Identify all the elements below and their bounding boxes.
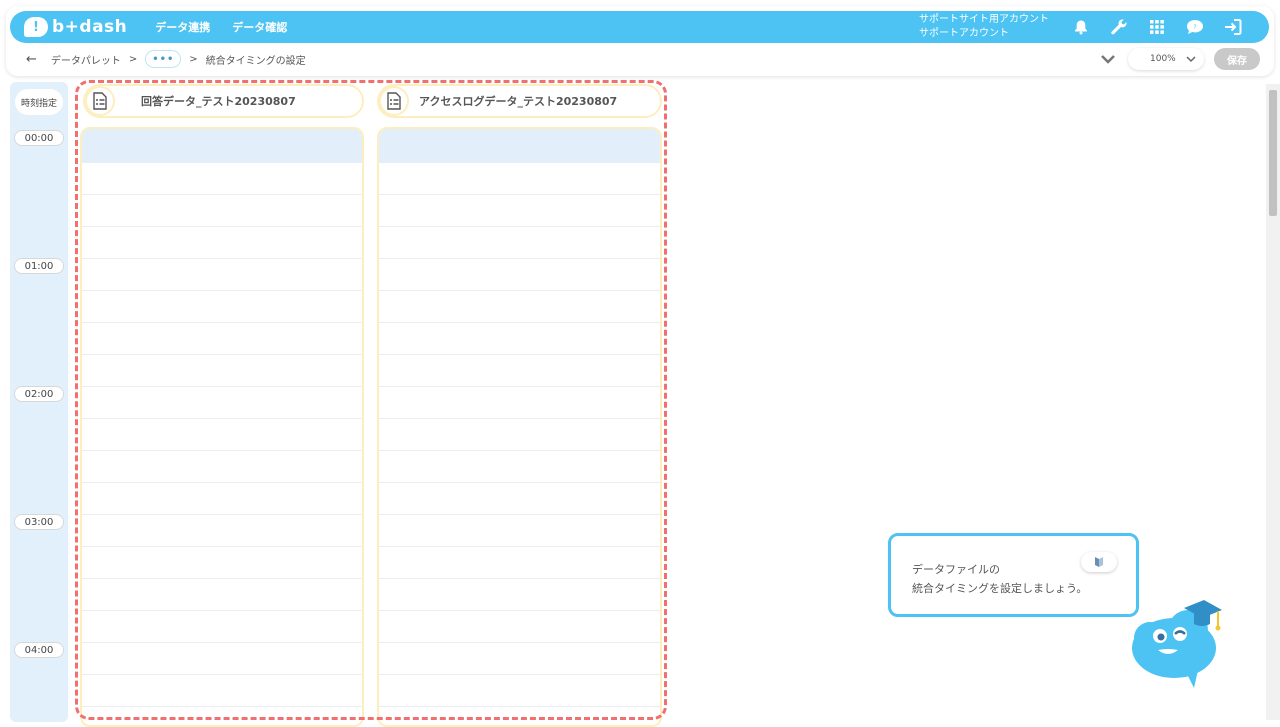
top-bar: ! b+dash データ連携 データ確認 サポートサイト用アカウント サポートア… bbox=[10, 11, 1269, 43]
guide-text: データファイルの 統合タイミングを設定しましょう。 bbox=[912, 560, 1087, 598]
time-label: 02:00 bbox=[14, 386, 64, 402]
time-column: 時刻指定 00:00 01:00 02:00 03:00 04:00 bbox=[10, 82, 68, 722]
vertical-scrollbar[interactable] bbox=[1266, 84, 1280, 720]
help-icon[interactable]: ? bbox=[1185, 17, 1205, 37]
back-arrow-icon[interactable]: ← bbox=[26, 52, 37, 67]
bell-icon[interactable] bbox=[1071, 17, 1091, 37]
beginner-leaf-icon bbox=[1095, 557, 1103, 567]
zoom-value: 100% bbox=[1150, 54, 1176, 64]
breadcrumb: ← データパレット > ••• > 統合タイミングの設定 bbox=[26, 49, 306, 69]
main-nav: データ連携 データ確認 bbox=[155, 19, 287, 35]
brand-name: b+dash bbox=[52, 17, 128, 37]
logo-bubble-icon: ! bbox=[24, 17, 48, 37]
nav-data-integration[interactable]: データ連携 bbox=[155, 19, 210, 35]
wrench-icon[interactable] bbox=[1109, 17, 1129, 37]
account-line2: サポートアカウント bbox=[919, 28, 1009, 39]
svg-text:?: ? bbox=[1193, 24, 1196, 31]
time-label: 03:00 bbox=[14, 514, 64, 530]
chevron-down-icon bbox=[1186, 56, 1196, 63]
guide-text-line1: データファイルの bbox=[912, 563, 1000, 576]
breadcrumb-current: 統合タイミングの設定 bbox=[205, 55, 306, 67]
guide-text-line2: 統合タイミングを設定しましょう。 bbox=[912, 582, 1088, 595]
top-icons: ? bbox=[1071, 17, 1243, 37]
breadcrumb-separator: > bbox=[189, 53, 198, 65]
zoom-select[interactable]: 100% bbox=[1128, 48, 1204, 70]
beginner-mark-button[interactable] bbox=[1081, 552, 1117, 572]
brand-logo[interactable]: ! b+dash bbox=[24, 17, 127, 37]
mascot-cloud-icon[interactable] bbox=[1128, 594, 1228, 694]
time-label: 00:00 bbox=[14, 130, 64, 146]
right-controls: 100% 保存 bbox=[1098, 48, 1260, 70]
time-label: 01:00 bbox=[14, 258, 64, 274]
guide-tooltip: データファイルの 統合タイミングを設定しましょう。 bbox=[888, 533, 1139, 617]
scrollbar-thumb[interactable] bbox=[1269, 90, 1277, 216]
logout-icon[interactable] bbox=[1223, 17, 1243, 37]
grid-icon[interactable] bbox=[1147, 17, 1167, 37]
breadcrumb-data-palette[interactable]: データパレット bbox=[51, 52, 121, 67]
nav-data-check[interactable]: データ確認 bbox=[232, 19, 287, 35]
collapse-chevron-icon[interactable] bbox=[1098, 49, 1118, 69]
time-specify-button[interactable]: 時刻指定 bbox=[15, 89, 63, 115]
account-line1: サポートサイト用アカウント bbox=[919, 14, 1049, 25]
time-label: 04:00 bbox=[14, 642, 64, 658]
save-button[interactable]: 保存 bbox=[1214, 48, 1260, 70]
account-info[interactable]: サポートサイト用アカウント サポートアカウント bbox=[919, 13, 1049, 41]
breadcrumb-separator: > bbox=[128, 53, 138, 65]
highlight-frame bbox=[75, 80, 667, 720]
breadcrumb-more-button[interactable]: ••• bbox=[145, 50, 182, 68]
